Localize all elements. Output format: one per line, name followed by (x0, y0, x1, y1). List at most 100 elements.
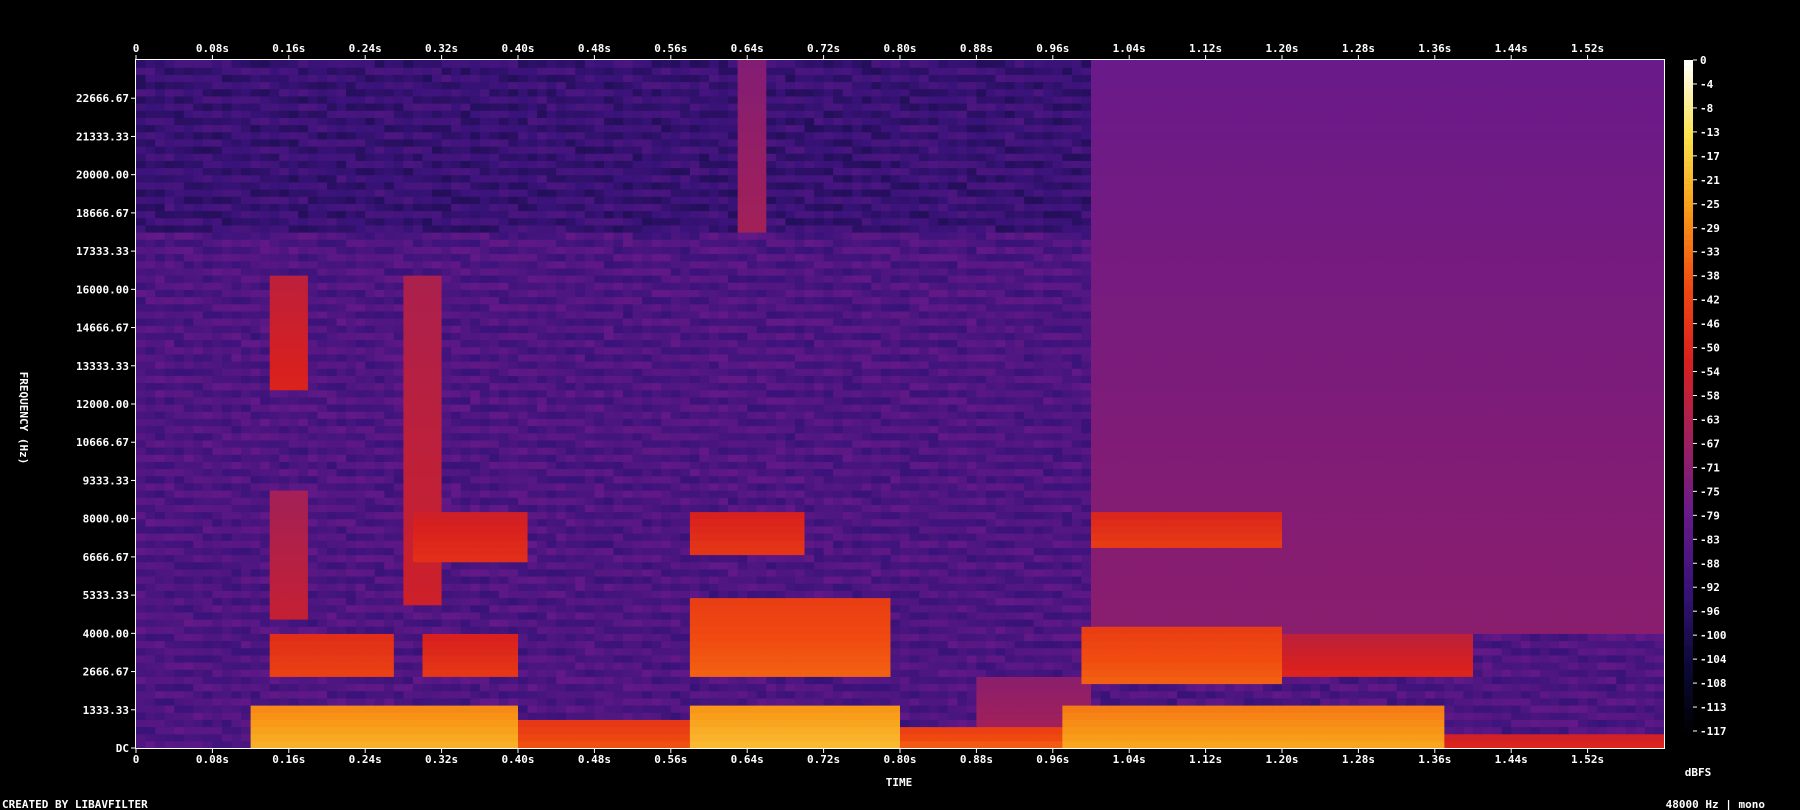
heatmap-cell (1587, 554, 1598, 563)
heatmap-cell (985, 568, 997, 577)
heatmap-cell (1291, 604, 1302, 613)
heatmap-cell (1358, 676, 1369, 685)
heatmap-cell (1071, 640, 1083, 649)
heatmap-cell (460, 626, 471, 634)
heatmap-cell (1243, 626, 1254, 634)
heatmap-cell (1186, 697, 1197, 706)
heatmap-cell (766, 647, 777, 656)
heatmap-cell (1539, 576, 1550, 584)
heatmap-cell (1033, 669, 1044, 677)
heatmap-cell (661, 604, 672, 613)
heatmap-cell (1215, 626, 1226, 634)
heatmap-cell (1367, 647, 1379, 656)
heatmap-cell (995, 597, 1006, 606)
heatmap-cell (1253, 719, 1264, 728)
heatmap-cell (642, 733, 653, 742)
heatmap-cell (1511, 533, 1522, 541)
heatmap-cell (699, 547, 710, 556)
heatmap-cell (880, 576, 892, 584)
heatmap-cell (1186, 676, 1197, 685)
heatmap-cell (909, 561, 920, 570)
heatmap-cell (164, 662, 175, 670)
heatmap-cell (317, 604, 328, 613)
heatmap-cell (565, 583, 576, 591)
heatmap-cell (298, 540, 309, 548)
heatmap-cell (479, 676, 490, 685)
heatmap-cell (1339, 633, 1350, 642)
heatmap-cell (1387, 676, 1398, 685)
heatmap-cell (1578, 547, 1589, 556)
heatmap-cell (613, 568, 624, 577)
heatmap-cell (775, 576, 786, 584)
heatmap-cell (1253, 697, 1264, 706)
heatmap-cell (1062, 547, 1073, 556)
heatmap-cell (1406, 561, 1417, 570)
heatmap-cell (900, 533, 911, 541)
heatmap-cell (202, 640, 213, 649)
heatmap-cell (1234, 697, 1245, 706)
heatmap-cell (498, 647, 510, 656)
heatmap-cell (1444, 533, 1455, 541)
heatmap-cell (785, 547, 796, 556)
heatmap-cell (174, 697, 185, 706)
heatmap-cell (1501, 611, 1512, 620)
heatmap-cell (651, 676, 662, 685)
heatmap-cell (900, 604, 911, 613)
heatmap-cell (737, 719, 748, 728)
heatmap-cell (212, 726, 223, 735)
heatmap-cell (1071, 690, 1083, 699)
heatmap-cell (155, 712, 166, 720)
heatmap-cell (1243, 662, 1254, 670)
heatmap-cell (155, 690, 166, 699)
heatmap-cell (947, 568, 958, 577)
heatmap-cell (938, 733, 949, 742)
heatmap-cell (594, 619, 605, 627)
heatmap-cell (250, 690, 261, 699)
heatmap-cell (756, 525, 767, 534)
heatmap-cell (403, 590, 414, 599)
heatmap-cell (1262, 712, 1274, 720)
heatmap-cell (1377, 561, 1388, 570)
heatmap-cell (1110, 611, 1121, 620)
heatmap-cell (1062, 576, 1073, 584)
heatmap-cell (1387, 583, 1398, 591)
heatmap-cell (1396, 726, 1407, 735)
heatmap-cell (1463, 540, 1474, 548)
heatmap-cell (441, 726, 452, 735)
heatmap-cell (412, 604, 424, 613)
heatmap-cell (613, 604, 624, 613)
heatmap-cell (136, 568, 147, 577)
heatmap-cell (575, 525, 586, 534)
heatmap-cell (966, 690, 977, 699)
heatmap-cell (613, 611, 624, 620)
heatmap-cell (518, 547, 529, 556)
heatmap-cell (689, 669, 701, 677)
heatmap-cell (212, 697, 223, 706)
heatmap-cell (1530, 719, 1541, 728)
heatmap-cell (861, 525, 872, 534)
heatmap-cell (1071, 719, 1083, 728)
heatmap-cell (279, 547, 290, 556)
heatmap-cell (804, 525, 815, 534)
heatmap-cell (1367, 604, 1379, 613)
heatmap-cell (346, 554, 357, 563)
heatmap-cell (279, 554, 290, 563)
heatmap-cell (288, 554, 299, 563)
heatmap-cell (613, 719, 624, 728)
heatmap-cell (909, 654, 920, 663)
heatmap-cell (1062, 647, 1073, 656)
heatmap-cell (1014, 568, 1025, 577)
heatmap-cell (1339, 740, 1350, 749)
heatmap-cell (498, 640, 510, 649)
heatmap-cell (1654, 676, 1665, 685)
heatmap-cell (1329, 669, 1340, 677)
heatmap-cell (613, 697, 624, 706)
heatmap-cell (221, 740, 233, 749)
heatmap-cell (183, 525, 194, 534)
heatmap-cell (880, 712, 892, 720)
heatmap-cell (174, 554, 185, 563)
heatmap-cell (565, 676, 576, 685)
heatmap-cell (623, 690, 634, 699)
heatmap-cell (976, 705, 987, 713)
heatmap-cell (412, 712, 424, 720)
